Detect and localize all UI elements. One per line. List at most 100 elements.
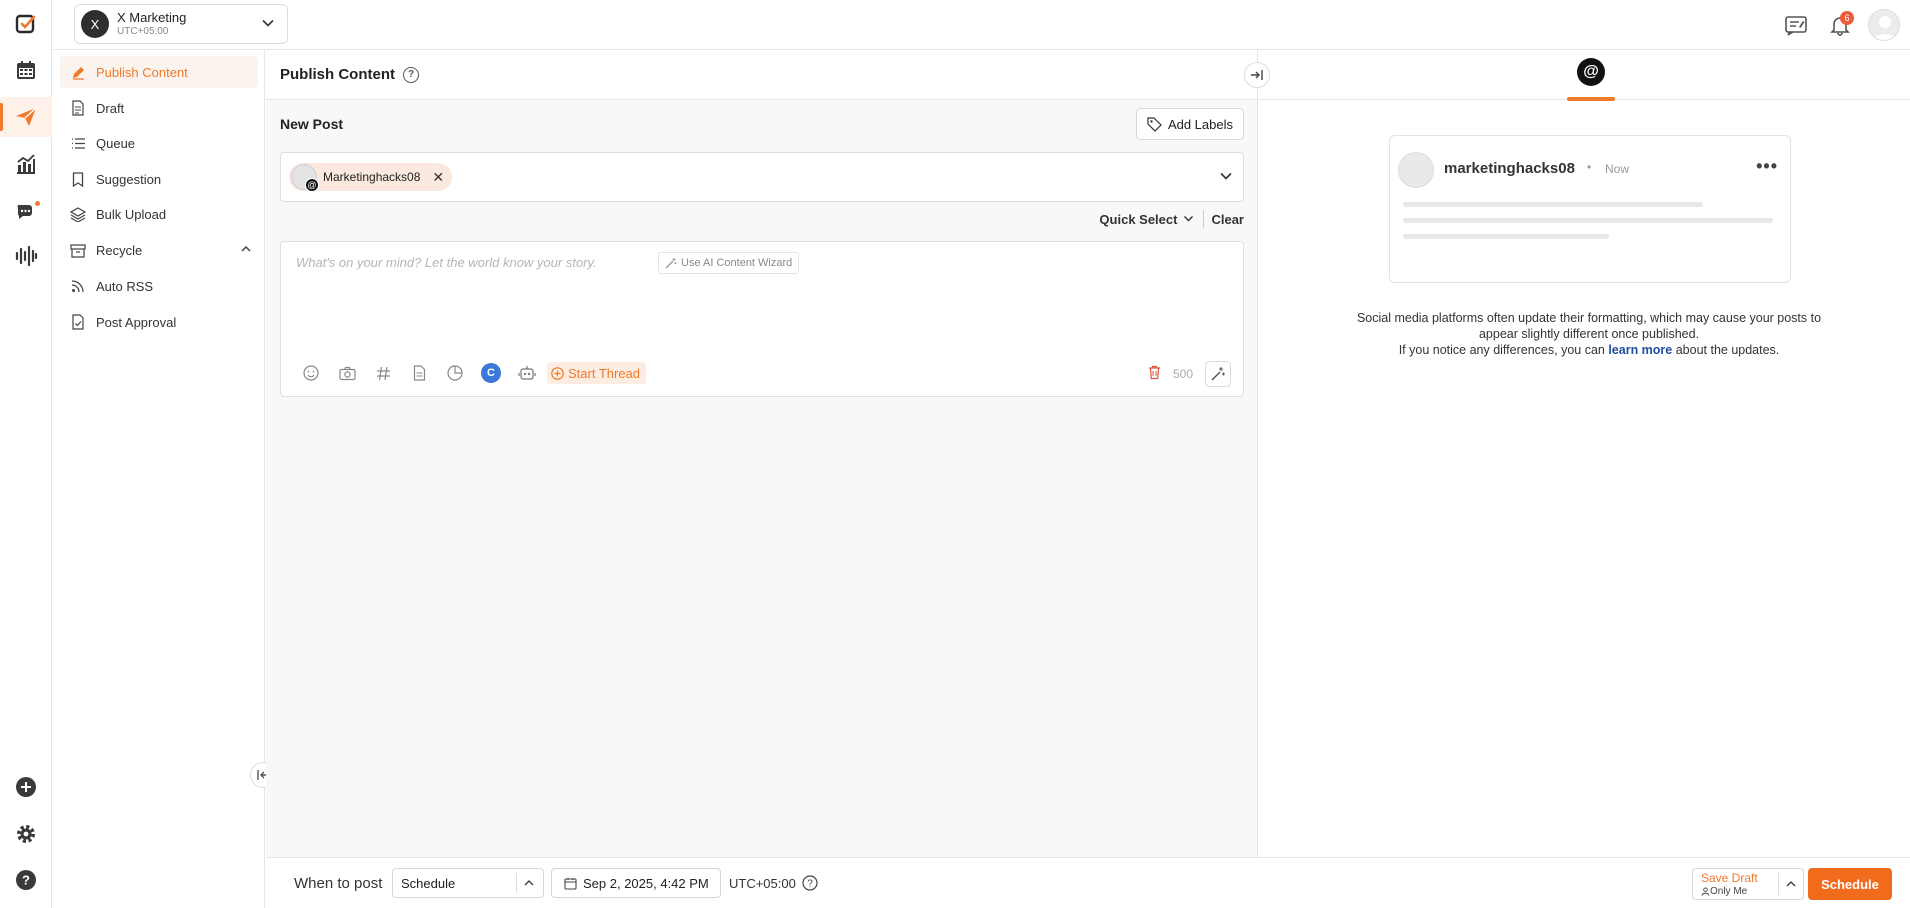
post-timing-select[interactable]: Schedule — [392, 868, 544, 898]
workspace-avatar: X — [81, 10, 109, 38]
robot-icon[interactable] — [509, 361, 545, 385]
page-title: Publish Content — [280, 66, 395, 83]
icon-rail: ? — [0, 0, 52, 908]
post-composer[interactable]: What's on your mind? Let the world know … — [280, 241, 1244, 397]
start-thread-label: Start Thread — [568, 365, 641, 381]
document-icon[interactable] — [401, 361, 437, 385]
learn-more-link[interactable]: learn more — [1608, 343, 1672, 357]
editor-header: Publish Content ? — [266, 50, 1270, 100]
sidebar-item-label: Auto RSS — [96, 278, 154, 294]
save-draft-button[interactable]: Save Draft Only Me — [1692, 868, 1804, 900]
formatting-disclaimer: Social media platforms often update thei… — [1354, 310, 1824, 358]
list-icon — [70, 135, 86, 151]
selected-account-chip[interactable]: @ Marketinghacks08 ✕ — [289, 163, 453, 192]
magic-wand-icon — [665, 258, 677, 269]
post-timing-value: Schedule — [401, 875, 456, 891]
app-logo-icon[interactable] — [0, 4, 52, 44]
quick-select-dropdown[interactable]: Quick Select — [1099, 212, 1177, 227]
ai-content-wizard-button[interactable]: Use AI Content Wizard — [658, 252, 800, 274]
add-circle-icon[interactable] — [0, 767, 52, 807]
composer-placeholder[interactable]: What's on your mind? Let the world know … — [296, 255, 597, 270]
when-to-post-label: When to post — [294, 875, 383, 892]
file-check-icon — [70, 314, 86, 330]
disclaimer-text: If you notice any differences, you can — [1398, 343, 1609, 357]
publish-icon[interactable] — [0, 97, 52, 137]
workspace-timezone: UTC+05:00 — [117, 25, 169, 37]
sidebar-item-auto-rss[interactable]: Auto RSS — [60, 270, 258, 302]
analytics-icon[interactable] — [0, 144, 52, 184]
add-labels-button[interactable]: Add Labels — [1135, 108, 1244, 140]
user-avatar[interactable] — [1868, 9, 1900, 41]
disclaimer-text: Social media platforms often update thei… — [1356, 311, 1822, 341]
workspace-switcher[interactable]: X X Marketing UTC+05:00 — [74, 4, 288, 44]
sidebar-item-label: Publish Content — [96, 64, 188, 80]
help-icon[interactable]: ? — [0, 860, 52, 900]
add-labels-label: Add Labels — [1167, 116, 1233, 132]
preview-time: Now — [1605, 162, 1630, 176]
document-icon — [70, 100, 86, 116]
sidebar-item-label: Bulk Upload — [96, 206, 167, 222]
collapse-right-icon — [1251, 70, 1263, 80]
settings-gear-icon[interactable] — [0, 814, 52, 854]
tab-threads[interactable]: @ — [1567, 58, 1615, 101]
sidebar-item-draft[interactable]: Draft — [60, 92, 258, 124]
sidebar-item-suggestion[interactable]: Suggestion — [60, 163, 258, 195]
ai-magic-wand-button[interactable] — [1205, 361, 1231, 387]
chevron-up-icon[interactable] — [240, 243, 252, 258]
feedback-icon[interactable] — [1774, 3, 1818, 47]
avatar — [1398, 152, 1434, 188]
emoji-icon[interactable] — [293, 361, 329, 385]
layers-icon — [70, 206, 86, 222]
account-avatar: @ — [291, 164, 319, 192]
hashtag-icon[interactable] — [365, 361, 401, 385]
sidebar-item-queue[interactable]: Queue — [60, 127, 258, 159]
chevron-up-icon — [523, 877, 535, 892]
camera-icon[interactable] — [329, 361, 365, 385]
composer-right-tools: 500 — [1148, 361, 1231, 387]
top-bar: X X Marketing UTC+05:00 6 — [52, 0, 1910, 50]
account-selector[interactable]: @ Marketinghacks08 ✕ — [280, 152, 1244, 202]
composer-toolbar: C Start Thread — [293, 361, 647, 385]
more-options-icon[interactable]: ••• — [1756, 156, 1778, 177]
canva-icon[interactable]: C — [473, 361, 509, 385]
bell-icon[interactable]: 6 — [1818, 3, 1862, 47]
pie-chart-icon[interactable] — [437, 361, 473, 385]
threads-logo-icon: @ — [1577, 58, 1605, 86]
schedule-button[interactable]: Schedule — [1808, 868, 1892, 900]
audio-wave-icon[interactable] — [0, 236, 52, 276]
tag-icon — [1147, 116, 1162, 132]
calendar-icon[interactable] — [0, 50, 52, 90]
sidebar-item-post-approval[interactable]: Post Approval — [60, 306, 258, 338]
notification-dot — [35, 201, 40, 206]
schedule-date-picker[interactable]: Sep 2, 2025, 4:42 PM — [551, 868, 721, 898]
disclaimer-text: about the updates. — [1672, 343, 1780, 357]
account-name: Marketinghacks08 — [323, 170, 421, 184]
bottom-action-bar: When to post Schedule Sep 2, 2025, 4:42 … — [266, 857, 1910, 908]
chevron-down-icon — [261, 16, 275, 33]
chevron-down-icon[interactable] — [1219, 169, 1233, 186]
publish-sidebar: Publish Content Draft Queue Suggestion B… — [52, 50, 265, 908]
sidebar-item-recycle[interactable]: Recycle — [60, 234, 258, 266]
sidebar-item-bulk-upload[interactable]: Bulk Upload — [60, 198, 258, 230]
clear-button[interactable]: Clear — [1211, 212, 1244, 227]
trash-icon[interactable] — [1148, 365, 1161, 383]
magic-wand-icon — [1211, 367, 1225, 381]
svg-text:?: ? — [807, 879, 813, 890]
post-preview-card: marketinghacks08 • Now ••• — [1389, 135, 1791, 283]
ai-wizard-label: Use AI Content Wizard — [681, 257, 793, 269]
preview-username: marketinghacks08 — [1444, 160, 1575, 177]
skeleton-line — [1403, 218, 1773, 223]
sidebar-item-label: Recycle — [96, 242, 143, 258]
sidebar-item-publish-content[interactable]: Publish Content — [60, 56, 258, 88]
inbox-chat-icon[interactable] — [0, 191, 52, 231]
toggle-preview-button[interactable] — [1244, 62, 1270, 88]
start-thread-button[interactable]: Start Thread — [547, 362, 647, 384]
sidebar-item-label: Queue — [96, 135, 136, 151]
remove-account-close-icon[interactable]: ✕ — [432, 169, 444, 186]
timezone-help-icon[interactable]: ? — [802, 875, 818, 894]
help-question-icon[interactable]: ? — [403, 66, 419, 83]
timezone-label: UTC+05:00 — [729, 876, 796, 891]
sidebar-item-label: Post Approval — [96, 314, 177, 330]
chevron-down-icon[interactable] — [1183, 212, 1194, 227]
chevron-up-icon[interactable] — [1785, 878, 1797, 893]
